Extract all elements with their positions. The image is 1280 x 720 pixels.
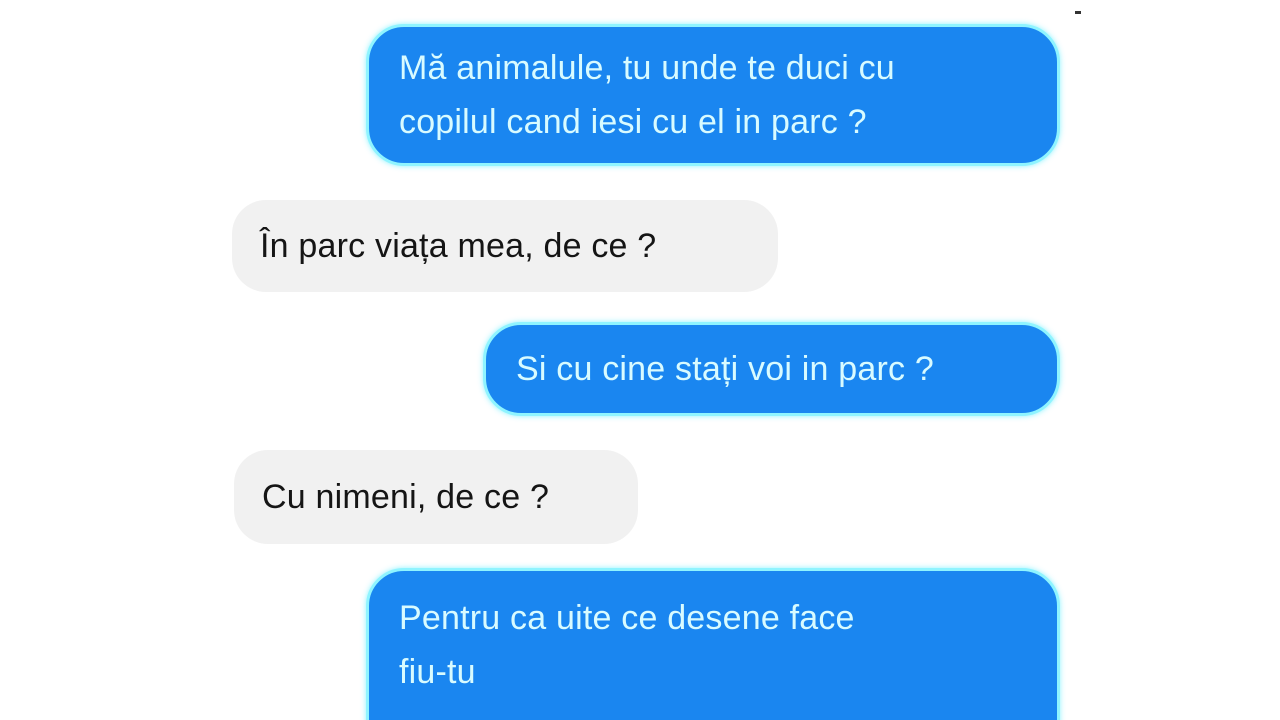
message-text: În parc viața mea, de ce ? <box>260 227 657 265</box>
top-edge-mark <box>1075 11 1081 14</box>
sent-message-bubble[interactable]: Pentru ca uite ce desene face fiu-tu <box>366 568 1060 720</box>
sent-message-bubble[interactable]: Si cu cine stați voi in parc ? <box>483 322 1060 416</box>
received-message-bubble[interactable]: Cu nimeni, de ce ? <box>234 450 638 544</box>
received-message-bubble[interactable]: În parc viața mea, de ce ? <box>232 200 778 292</box>
message-text: Mă animalule, tu unde te duci cu copilul… <box>399 49 895 141</box>
message-text: Cu nimeni, de ce ? <box>262 478 550 516</box>
sent-message-bubble[interactable]: Mă animalule, tu unde te duci cu copilul… <box>366 24 1060 166</box>
message-text: Pentru ca uite ce desene face fiu-tu <box>399 599 855 691</box>
message-text: Si cu cine stați voi in parc ? <box>516 350 934 388</box>
chat-conversation: Mă animalule, tu unde te duci cu copilul… <box>0 0 1280 720</box>
